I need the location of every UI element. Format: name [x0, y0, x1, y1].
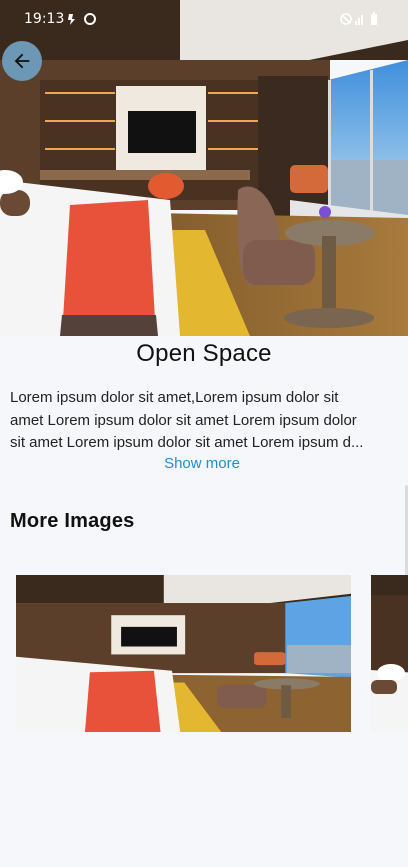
gallery-image[interactable] [371, 575, 408, 732]
status-time: 19:13 [24, 11, 65, 27]
hero-image: 19:13 [0, 0, 408, 336]
description-line: amet Lorem ipsum dolor sit amet Lorem ip… [10, 411, 357, 429]
notification-icons [68, 13, 96, 25]
status-bar: 19:13 [0, 0, 408, 38]
signal-battery-icon [340, 12, 377, 25]
more-images-gallery[interactable] [0, 575, 408, 733]
description-line: Lorem ipsum dolor sit amet,Lorem ipsum d… [10, 389, 339, 406]
description-line: sit amet Lorem ipsum dolor sit amet Lore… [10, 434, 364, 451]
back-button[interactable] [2, 41, 42, 81]
arrow-back-icon [14, 53, 30, 69]
more-images-title: More Images [10, 510, 135, 532]
description-text: Lorem ipsum dolor sit amet,Lorem ipsum d… [10, 387, 392, 455]
show-more-link[interactable]: Show more [0, 455, 404, 472]
gallery-image[interactable] [16, 575, 351, 732]
page-title: Open Space [136, 340, 272, 367]
